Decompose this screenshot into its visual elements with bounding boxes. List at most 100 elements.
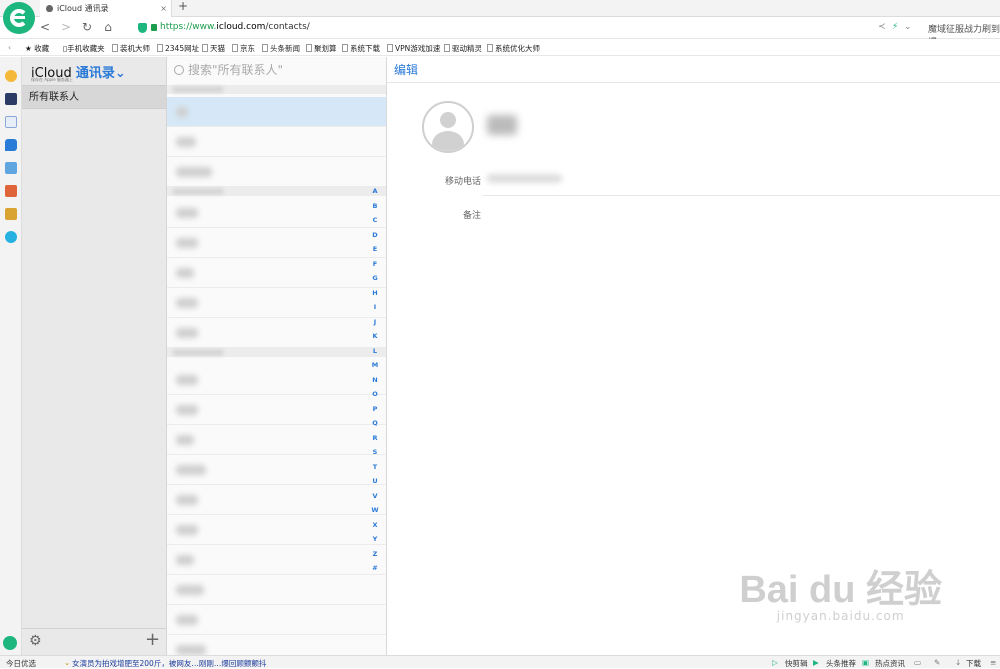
status-item[interactable]: 热点资讯 (875, 658, 905, 669)
index-letter[interactable]: Y (368, 535, 382, 543)
index-letter[interactable]: F (368, 260, 382, 268)
bookmark-item[interactable]: 系统下载 (342, 43, 380, 54)
share-icon[interactable]: ≺ (878, 22, 886, 32)
index-letter[interactable]: N (368, 376, 382, 384)
index-letter[interactable]: A (368, 187, 382, 195)
chevron-down-icon[interactable]: ⌄ (904, 22, 912, 32)
index-letter[interactable]: G (368, 274, 382, 282)
game-icon[interactable] (5, 185, 17, 197)
tab-icloud-contacts[interactable]: iCloud 通讯录 × (40, 0, 172, 17)
index-letter[interactable]: X (368, 521, 382, 529)
home-button[interactable]: ⌂ (101, 20, 115, 34)
contact-row[interactable] (167, 365, 386, 395)
bookmark-item[interactable]: 2345网址 (157, 43, 199, 54)
index-letter[interactable]: W (368, 506, 382, 514)
index-letter[interactable]: # (368, 564, 382, 572)
index-letter[interactable]: Q (368, 419, 382, 427)
contact-row[interactable] (167, 515, 386, 545)
window-icon[interactable]: ▭ (914, 658, 921, 667)
address-bar[interactable]: https://www.icloud.com/contacts/ (160, 22, 310, 32)
index-letter[interactable]: Z (368, 550, 382, 558)
index-letter[interactable]: P (368, 405, 382, 413)
bookmark-item[interactable]: 京东 (232, 43, 255, 54)
game-icon[interactable] (5, 208, 17, 220)
lightning-icon[interactable]: ⚡ (892, 22, 898, 32)
contact-row[interactable] (167, 157, 386, 187)
collapse-icon[interactable]: ‹ (8, 43, 11, 52)
search-placeholder: 搜索"所有联系人" (188, 63, 284, 77)
bookmark-item[interactable]: 系统优化大师 (487, 43, 540, 54)
index-letter[interactable]: M (368, 361, 382, 369)
game-icon[interactable] (5, 162, 17, 174)
index-letter[interactable]: L (368, 347, 382, 355)
index-letter[interactable]: H (368, 289, 382, 297)
index-letter[interactable]: D (368, 231, 382, 239)
contact-row[interactable] (167, 605, 386, 635)
index-letter[interactable]: E (368, 245, 382, 253)
close-tab-icon[interactable]: × (160, 0, 167, 17)
index-letter[interactable]: V (368, 492, 382, 500)
bookmark-favorites[interactable]: ★ 收藏 (25, 43, 49, 54)
bookmark-item[interactable]: 装机大师 (112, 43, 150, 54)
group-all-contacts[interactable]: 所有联系人 (22, 85, 166, 109)
status-item[interactable]: 头条推荐 (826, 658, 856, 669)
bookmark-item[interactable]: 天猫 (202, 43, 225, 54)
contact-row[interactable] (167, 288, 386, 318)
contact-name-blurred (487, 115, 517, 135)
forward-button[interactable]: > (59, 20, 73, 34)
app-icon[interactable] (5, 93, 17, 105)
p-icon[interactable] (5, 231, 17, 243)
index-letter[interactable]: K (368, 332, 382, 340)
bookmark-item[interactable]: 聚划算 (306, 43, 337, 54)
index-letter[interactable]: S (368, 448, 382, 456)
index-letter[interactable]: O (368, 390, 382, 398)
bookmark-mobile[interactable]: ▯手机收藏夹 (63, 43, 105, 54)
contact-row[interactable] (167, 425, 386, 455)
contact-row[interactable] (167, 545, 386, 575)
menu-icon[interactable]: ≡ (990, 658, 996, 667)
bookmark-item[interactable]: VPN游戏加速 (387, 43, 440, 54)
index-letter[interactable]: R (368, 434, 382, 442)
edit-button[interactable]: 编辑 (394, 61, 418, 78)
app-subtitle: 保存在 Apple 服务器上 (31, 77, 73, 82)
contact-row[interactable] (167, 455, 386, 485)
new-tab-button[interactable]: + (178, 0, 188, 13)
reload-button[interactable]: ↻ (80, 20, 94, 34)
contact-row[interactable] (167, 198, 386, 228)
chat-icon[interactable] (5, 139, 17, 151)
search-field[interactable]: 搜索"所有联系人" (174, 61, 283, 78)
bookmark-label: 2345网址 (165, 44, 200, 53)
settings-gear-icon[interactable]: ⚙ (29, 633, 42, 649)
contact-row[interactable] (167, 127, 386, 157)
status-item[interactable]: 下载 (966, 658, 981, 669)
index-letter[interactable]: B (368, 202, 382, 210)
chevron-down-icon: ⌄ (114, 66, 126, 81)
index-letter[interactable]: I (368, 303, 382, 311)
contact-row[interactable] (167, 228, 386, 258)
bookmark-item[interactable]: 头条新闻 (262, 43, 300, 54)
status-left[interactable]: 今日优选 (6, 658, 36, 669)
contact-row[interactable] (167, 485, 386, 515)
add-contact-button[interactable]: + (145, 629, 160, 650)
browser-sidebar (0, 57, 22, 655)
document-icon[interactable] (5, 116, 17, 128)
bookmark-item[interactable]: 驱动精灵 (444, 43, 482, 54)
add-icon[interactable] (3, 636, 17, 650)
index-letter[interactable]: C (368, 216, 382, 224)
contact-row[interactable] (167, 97, 386, 127)
news-ticker[interactable]: 女演员为拍戏增肥至200斤，被网友…刚刚…爆回顾颤颤抖 (72, 658, 266, 669)
browser-logo-icon[interactable] (3, 2, 35, 34)
star-icon[interactable] (5, 70, 17, 82)
pin-icon[interactable]: ✎ (934, 658, 940, 667)
index-letter[interactable]: U (368, 477, 382, 485)
contact-row[interactable] (167, 318, 386, 348)
contact-row[interactable] (167, 258, 386, 288)
contact-row[interactable] (167, 395, 386, 425)
status-item[interactable]: 快剪辑 (785, 658, 808, 669)
index-letter[interactable]: T (368, 463, 382, 471)
contact-row[interactable] (167, 635, 386, 655)
contact-row[interactable] (167, 575, 386, 605)
watermark-logo: Bai du 经验 (739, 569, 942, 611)
index-letter[interactable]: J (368, 318, 382, 326)
back-button[interactable]: < (38, 20, 52, 34)
